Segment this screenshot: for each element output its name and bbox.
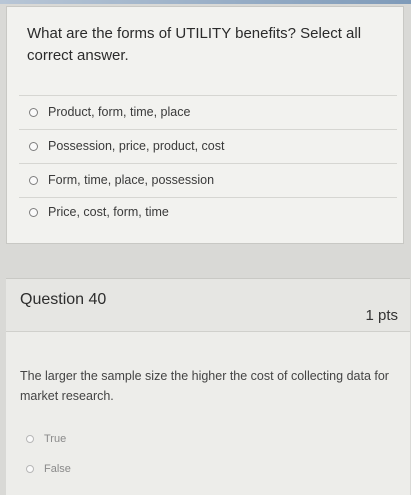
question-prompt: The larger the sample size the higher th…	[20, 369, 389, 403]
answer-option-false[interactable]: False	[26, 458, 386, 480]
radio-icon[interactable]	[26, 435, 34, 443]
radio-icon[interactable]	[29, 107, 38, 117]
answer-label: Possession, price, product, cost	[48, 139, 225, 153]
answer-label: Product, form, time, place	[48, 105, 191, 119]
radio-icon[interactable]	[29, 175, 38, 185]
question-header: Question 40 1 pts	[6, 278, 410, 332]
answer-option[interactable]: Possession, price, product, cost	[29, 135, 389, 157]
question-title: Question 40	[20, 291, 107, 308]
answer-option[interactable]: Price, cost, form, time	[29, 201, 389, 223]
divider	[19, 129, 397, 130]
question-points: 1 pts	[365, 307, 398, 324]
answer-label: False	[44, 463, 71, 475]
divider	[19, 95, 397, 96]
question-card-utility: What are the forms of UTILITY benefits? …	[6, 6, 404, 244]
answer-option[interactable]: Product, form, time, place	[29, 101, 389, 123]
window-top-edge	[0, 0, 411, 4]
question-body: The larger the sample size the higher th…	[6, 332, 410, 495]
divider	[19, 197, 397, 198]
answer-option[interactable]: Form, time, place, possession	[29, 169, 389, 191]
radio-icon[interactable]	[29, 207, 38, 217]
question-prompt: What are the forms of UTILITY benefits? …	[27, 25, 362, 64]
radio-icon[interactable]	[29, 141, 38, 151]
radio-icon[interactable]	[26, 465, 34, 473]
answer-label: Form, time, place, possession	[48, 173, 215, 187]
answer-option-true[interactable]: True	[26, 428, 386, 450]
divider	[19, 163, 397, 164]
answer-label: True	[44, 433, 67, 445]
answer-label: Price, cost, form, time	[48, 205, 169, 219]
